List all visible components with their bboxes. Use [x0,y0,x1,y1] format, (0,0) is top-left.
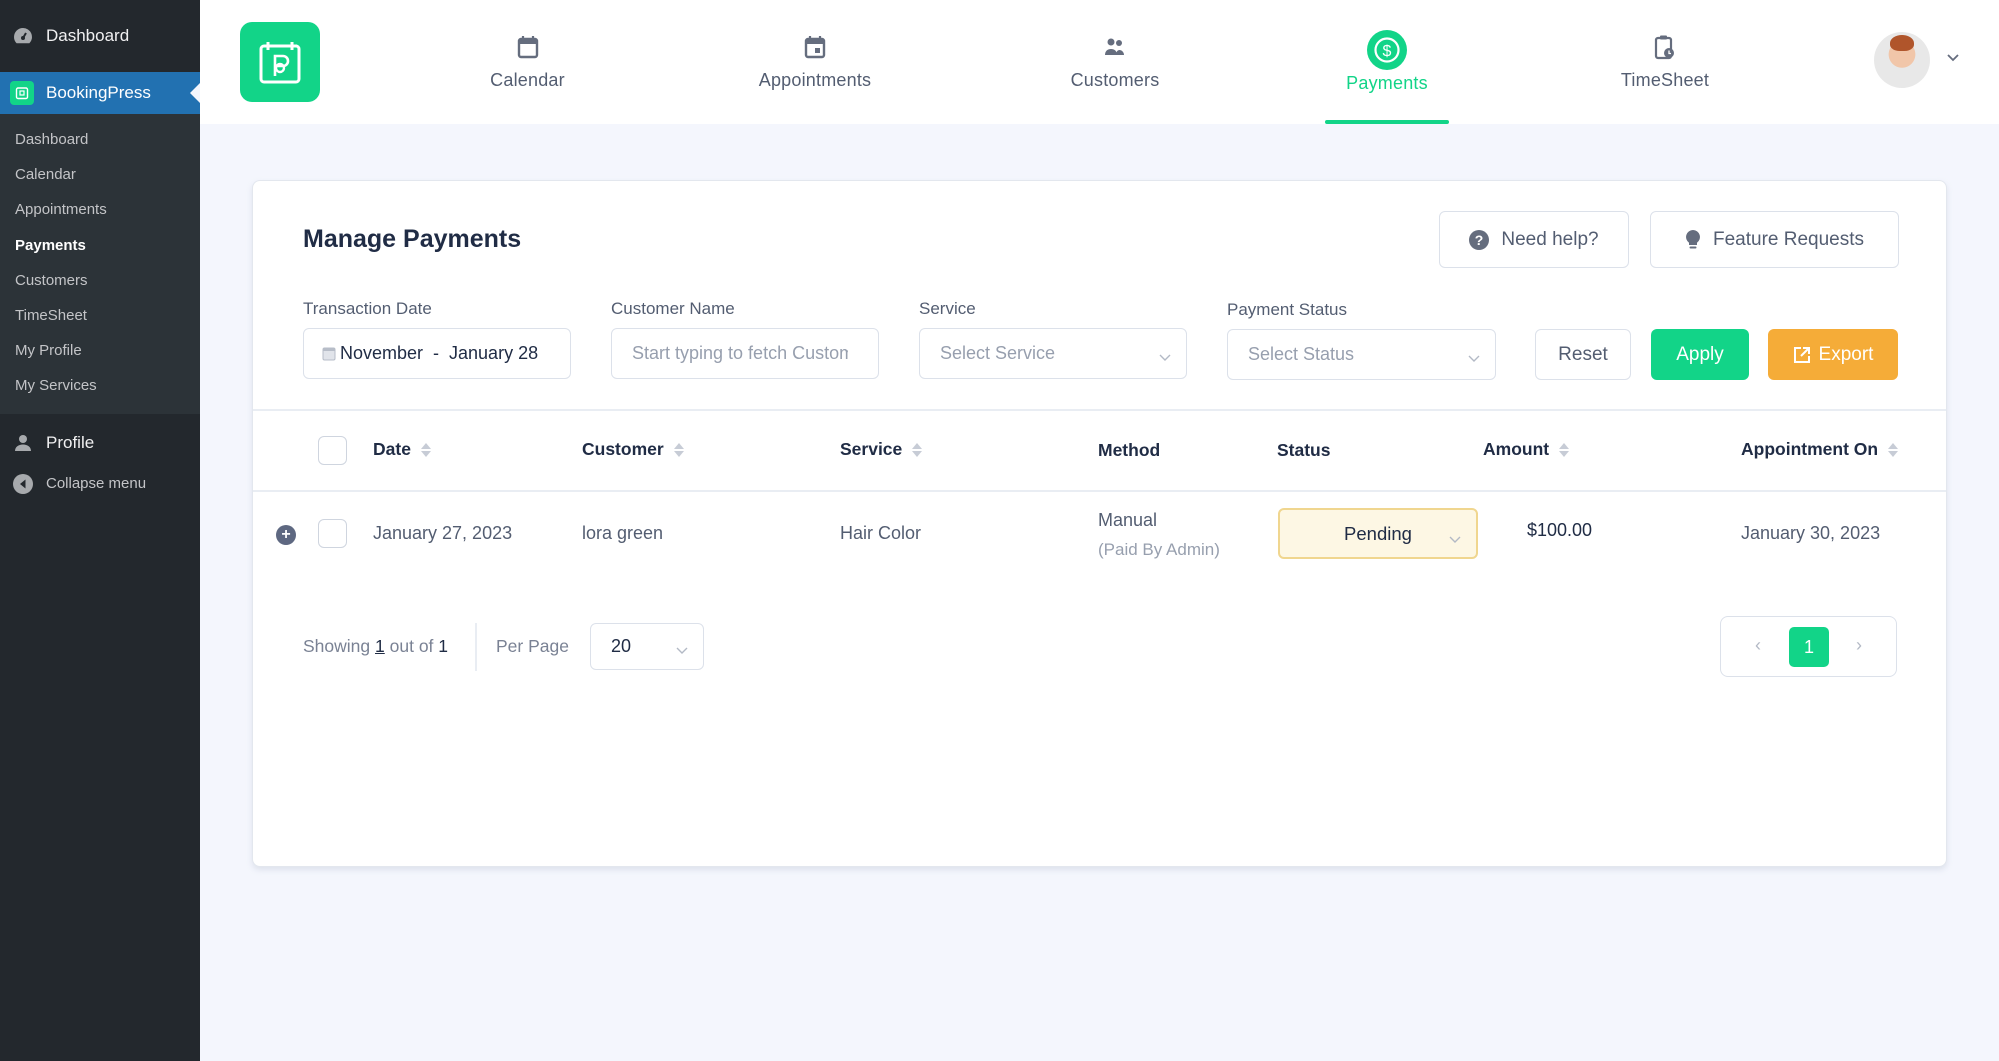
submenu-timesheet[interactable]: TimeSheet [0,298,200,333]
top-nav-bar: Calendar Appointments Customers $ Paymen… [200,0,1999,124]
next-page-button[interactable]: › [1856,635,1862,656]
filter-divider [253,409,1946,411]
sidebar-item-bookingpress[interactable]: BookingPress [0,72,200,114]
submenu-appointments[interactable]: Appointments [0,192,200,227]
sort-icon [912,442,923,457]
column-header-status: Status [1277,440,1331,460]
svg-text:?: ? [1475,232,1484,248]
chevron-down-icon[interactable] [1946,50,1960,68]
page-title: Manage Payments [303,225,522,253]
bookingpress-submenu: Dashboard Calendar Appointments Payments… [0,114,200,414]
users-icon [1103,32,1127,62]
pagination: ‹ 1 › [1720,616,1897,677]
cell-method-note: (Paid By Admin) [1098,540,1220,559]
manage-payments-panel: Manage Payments ? Need help? Feature Req… [252,180,1947,867]
submenu-my-services[interactable]: My Services [0,368,200,403]
wp-admin-sidebar: Dashboard BookingPress Dashboard Calenda… [0,0,200,1061]
sort-icon [1559,442,1570,457]
reset-button[interactable]: Reset [1535,329,1631,380]
active-indicator-arrow [190,83,200,103]
feature-requests-button[interactable]: Feature Requests [1650,211,1899,268]
bookingpress-logo-icon [259,42,301,84]
calendar-day-icon [804,32,826,62]
select-all-checkbox[interactable] [318,436,347,465]
per-page-label: Per Page [496,636,569,656]
submenu-customers[interactable]: Customers [0,263,200,298]
active-tab-underline [1325,120,1449,124]
calendar-icon [322,347,336,361]
chevron-down-icon [1158,347,1172,368]
showing-count-text: Showing 1 out of 1 [303,636,449,656]
submenu-dashboard[interactable]: Dashboard [0,122,200,157]
user-icon [12,434,34,452]
cell-date: January 27, 2023 [373,523,513,543]
sort-icon [420,442,431,457]
export-button[interactable]: Export [1768,329,1898,380]
column-header-appointment-on[interactable]: Appointment On [1741,439,1899,460]
lightbulb-icon [1686,229,1700,248]
transaction-date-range-picker[interactable]: November - January 28 [303,328,571,379]
cell-method: Manual [1098,510,1158,530]
page-1-button[interactable]: 1 [1789,627,1829,667]
per-page-select[interactable]: 20 [590,623,704,670]
need-help-button[interactable]: ? Need help? [1439,211,1629,268]
sidebar-item-label: Collapse menu [46,475,147,492]
dashboard-gauge-icon [12,25,34,47]
payment-status-label: Payment Status [1227,300,1348,319]
column-header-service[interactable]: Service [840,439,923,460]
footer-divider [475,623,477,671]
customer-name-input[interactable] [632,343,848,364]
submenu-payments[interactable]: Payments [0,228,200,263]
sort-icon [673,442,684,457]
cell-appointment-on: January 30, 2023 [1741,523,1881,543]
question-circle-icon: ? [1469,229,1490,250]
clipboard-clock-icon [1654,32,1676,62]
calendar-icon [517,32,539,62]
tab-payments[interactable]: $ Payments [1325,0,1449,124]
service-label: Service [919,299,976,318]
dollar-circle-icon: $ [1367,29,1407,70]
sidebar-item-profile[interactable]: Profile [0,422,200,464]
status-dropdown[interactable]: Pending [1278,508,1478,559]
collapse-menu-button[interactable]: Collapse menu [0,464,200,504]
submenu-my-profile[interactable]: My Profile [0,333,200,368]
expand-row-icon[interactable]: + [276,525,296,545]
payment-status-select[interactable]: Select Status [1227,329,1496,380]
tab-appointments[interactable]: Appointments [740,0,890,124]
chevron-down-icon [1448,528,1462,550]
sidebar-item-label: BookingPress [46,83,151,102]
apply-button[interactable]: Apply [1651,329,1749,380]
svg-text:$: $ [1383,43,1392,60]
submenu-calendar[interactable]: Calendar [0,157,200,192]
customer-name-label: Customer Name [611,299,735,318]
tab-timesheet[interactable]: TimeSheet [1600,0,1730,124]
tab-customers[interactable]: Customers [1050,0,1180,124]
column-header-amount[interactable]: Amount [1483,439,1570,460]
cell-customer: lora green [582,523,664,543]
sort-icon [1888,442,1899,457]
column-header-method: Method [1098,440,1161,460]
sidebar-item-dashboard[interactable]: Dashboard [0,0,200,72]
column-header-date[interactable]: Date [373,439,431,460]
chevron-down-icon [675,640,689,661]
cell-amount: $100.00 [1527,520,1593,540]
table-header-divider [253,490,1946,492]
cell-service: Hair Color [840,523,922,543]
prev-page-button[interactable]: ‹ [1755,635,1761,656]
sidebar-item-label: Profile [46,432,95,452]
user-avatar[interactable] [1874,32,1930,88]
row-checkbox[interactable] [318,519,347,548]
chevron-down-icon [1467,348,1481,369]
sidebar-item-label: Dashboard [46,26,130,45]
customer-name-field[interactable] [611,328,879,379]
bookingpress-logo[interactable] [240,22,320,102]
bookingpress-logo-icon [10,81,34,105]
collapse-arrow-icon [12,473,34,494]
service-select[interactable]: Select Service [919,328,1187,379]
column-header-customer[interactable]: Customer [582,439,684,460]
tab-calendar[interactable]: Calendar [470,0,585,124]
transaction-date-label: Transaction Date [303,299,432,318]
external-link-icon [1793,346,1810,363]
